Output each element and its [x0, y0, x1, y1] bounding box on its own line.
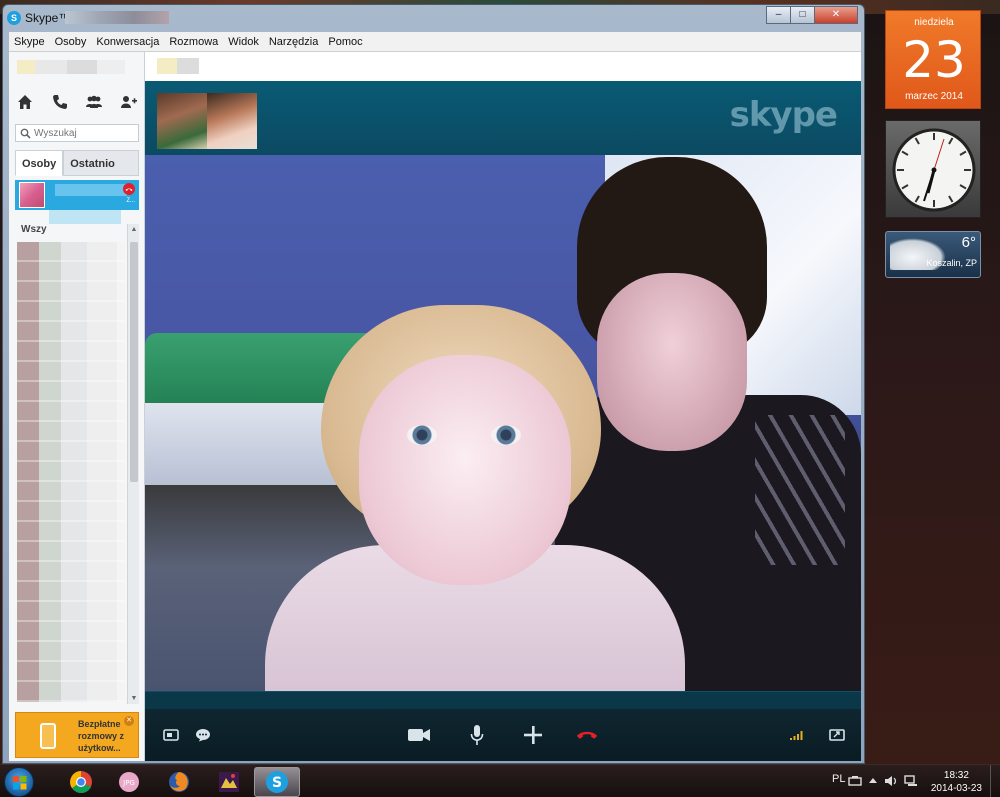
network-icon[interactable]: [904, 775, 918, 787]
microphone-icon[interactable]: [465, 724, 489, 746]
participant-thumbnail[interactable]: [207, 93, 257, 149]
video-icon[interactable]: [407, 724, 431, 746]
weather-gadget[interactable]: 6° Koszalin, ZP: [885, 231, 981, 278]
search-box[interactable]: [15, 124, 139, 142]
promo-close-icon[interactable]: ✕: [124, 716, 134, 726]
skype-icon: S: [266, 771, 288, 793]
menu-osoby[interactable]: Osoby: [50, 36, 92, 48]
start-button[interactable]: [4, 767, 34, 797]
contact-list-blurred[interactable]: [17, 242, 125, 702]
chrome-icon[interactable]: [64, 767, 98, 797]
menu-bar: Skype Osoby Konwersacja Rozmowa Widok Na…: [9, 32, 861, 52]
skype-taskbar-button[interactable]: S: [254, 767, 300, 797]
menu-rozmowa[interactable]: Rozmowa: [164, 36, 223, 48]
title-bar[interactable]: S Skype™ - ‒ □ ✕: [3, 5, 864, 31]
conversation-pane: skype: [145, 52, 861, 761]
chat-icon[interactable]: [191, 724, 215, 746]
menu-narzedzia[interactable]: Narzędzia: [264, 36, 324, 48]
show-hidden-icons-icon[interactable]: [868, 775, 878, 787]
phone-icon[interactable]: [50, 92, 70, 112]
language-indicator[interactable]: PL: [832, 773, 845, 785]
add-contact-icon[interactable]: [119, 92, 139, 112]
skype-window: S Skype™ - ‒ □ ✕ Skype Osoby Konwersacja…: [2, 4, 865, 764]
remote-video-feed: [145, 155, 861, 691]
signal-icon: [785, 724, 809, 746]
svg-text:JPG: JPG: [122, 779, 135, 787]
skype-app-icon: S: [7, 11, 21, 25]
call-controls: [145, 709, 861, 761]
end-call-badge-icon[interactable]: [123, 183, 135, 195]
conversation-header: [145, 52, 861, 81]
calendar-weekday: niedziela: [914, 17, 954, 28]
contacts-icon[interactable]: [84, 92, 104, 112]
media-app-icon[interactable]: [212, 767, 246, 797]
video-child-face: [359, 355, 571, 585]
menu-skype[interactable]: Skype: [9, 36, 50, 48]
weather-temperature: 6°: [961, 234, 976, 251]
promo-banner[interactable]: Bezpłatne rozmowy z użytkow... ✕: [15, 712, 139, 758]
add-icon[interactable]: [521, 724, 545, 746]
conversation-title-blurred: [157, 58, 199, 74]
minimize-button[interactable]: ‒: [766, 6, 791, 24]
menu-konwersacja[interactable]: Konwersacja: [91, 36, 164, 48]
title-username-blurred: [65, 11, 169, 24]
contact-list-scrollbar[interactable]: ▲ ▼: [127, 224, 139, 704]
sidebar: Osoby Ostatnio Z... Wszy ▲ ▼ Bezpłatne r…: [9, 52, 145, 761]
weather-location: Koszalin, ZP: [926, 258, 977, 268]
windows-logo-icon: [13, 776, 27, 790]
clock-time: 18:32: [943, 770, 969, 781]
close-button[interactable]: ✕: [814, 6, 858, 24]
self-video-thumbnail[interactable]: [157, 93, 207, 149]
menu-pomoc[interactable]: Pomoc: [323, 36, 367, 48]
profile-status-blurred[interactable]: [17, 60, 125, 74]
sidebar-tabs: Osoby Ostatnio: [15, 150, 139, 176]
video-bed: [145, 403, 345, 485]
contact-in-call[interactable]: Z...: [15, 180, 139, 210]
menu-widok[interactable]: Widok: [223, 36, 264, 48]
taskbar: JPG S PL 18:32 2014-03-23: [0, 764, 1000, 797]
svg-text:S: S: [272, 775, 282, 791]
sidebar-nav: [15, 92, 139, 112]
contact-mood-blurred: [49, 210, 121, 224]
call-status-strip: [145, 691, 861, 709]
clock-date: 2014-03-23: [930, 783, 982, 794]
avatar: [19, 182, 45, 208]
show-desktop-button[interactable]: [990, 765, 1000, 797]
video-child-eye: [491, 425, 521, 445]
tray-device-icon[interactable]: [848, 775, 862, 787]
video-jacket-stripes: [755, 415, 845, 565]
maximize-button[interactable]: □: [790, 6, 815, 24]
search-icon: [20, 128, 31, 139]
scroll-thumb[interactable]: [130, 242, 138, 482]
contact-status-text: Z...: [126, 198, 135, 204]
tab-osoby[interactable]: Osoby: [15, 150, 64, 176]
video-adult-face: [597, 273, 747, 451]
hangup-icon[interactable]: [575, 724, 599, 746]
image-viewer-icon[interactable]: JPG: [112, 767, 146, 797]
calendar-day: 23: [902, 31, 966, 89]
home-icon[interactable]: [15, 92, 35, 112]
tab-ostatnio[interactable]: Ostatnio: [63, 150, 139, 176]
video-child-eye: [407, 425, 437, 445]
call-header: skype: [145, 81, 861, 155]
taskbar-clock[interactable]: 18:32 2014-03-23: [931, 769, 982, 795]
clock-face-icon: [892, 128, 976, 212]
calendar-gadget[interactable]: niedziela 23 marzec 2014: [885, 10, 981, 109]
scroll-up-icon[interactable]: ▲: [128, 226, 140, 233]
system-tray: [848, 775, 918, 787]
clock-gadget[interactable]: [885, 120, 981, 218]
fullscreen-icon[interactable]: [825, 724, 849, 746]
contact-name-blurred: [55, 184, 127, 196]
skype-logo: skype: [729, 95, 838, 135]
firefox-icon[interactable]: [162, 767, 196, 797]
screen-share-icon[interactable]: [159, 724, 183, 746]
volume-icon[interactable]: [884, 775, 898, 787]
contact-section-label: Wszy: [21, 224, 47, 235]
scroll-down-icon[interactable]: ▼: [128, 695, 140, 702]
mobile-phone-icon: [40, 723, 56, 749]
search-input[interactable]: [34, 126, 134, 140]
calendar-month: marzec 2014: [905, 91, 963, 102]
